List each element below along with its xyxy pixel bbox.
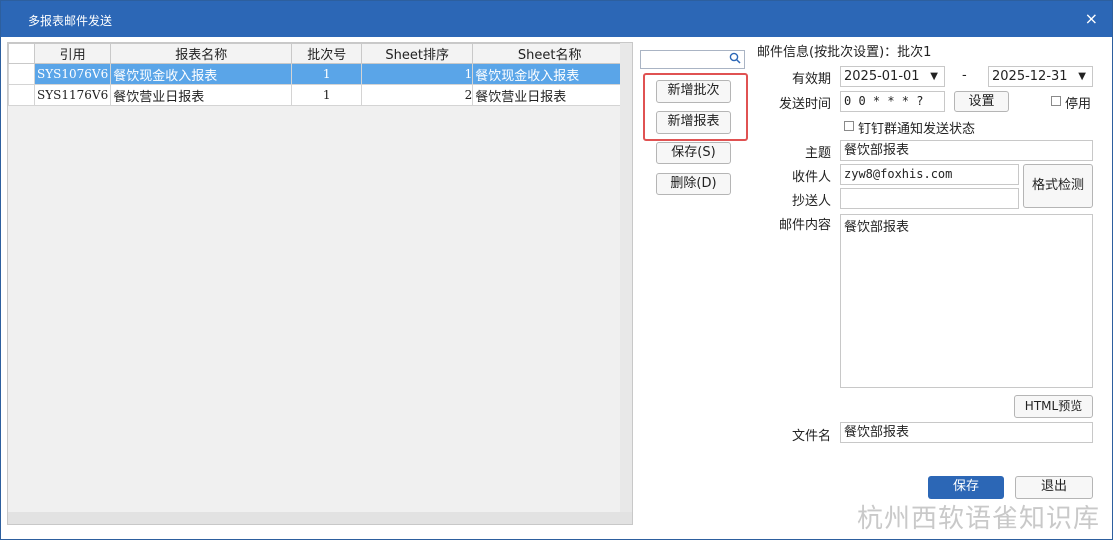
filename-field[interactable]: 餐饮部报表: [840, 422, 1093, 443]
valid-period-label: 有效期: [791, 72, 831, 87]
report-table: 引用 报表名称 批次号 Sheet排序 Sheet名称 SYS1076V6 餐饮…: [8, 43, 628, 106]
valid-separator: -: [962, 68, 967, 83]
row-header-corner: [8, 43, 35, 64]
table-row[interactable]: SYS1076V6 餐饮现金收入报表 1 1 餐饮现金收入报表: [8, 63, 628, 85]
watermark: 杭州西软语雀知识库: [856, 504, 1100, 534]
add-report-button[interactable]: 新增报表: [656, 111, 731, 134]
column-header-report-name[interactable]: 报表名称: [110, 43, 293, 64]
delete-button[interactable]: 删除(D): [656, 173, 731, 195]
mail-body-label: 邮件内容: [778, 218, 831, 233]
exit-button[interactable]: 退出: [1015, 476, 1093, 499]
valid-from-value: 2025-01-01: [844, 69, 920, 84]
vertical-scrollbar[interactable]: [620, 43, 632, 513]
cell-sheet-name[interactable]: 餐饮营业日报表: [472, 84, 628, 106]
send-time-label: 发送时间: [778, 97, 831, 112]
row-header[interactable]: [8, 84, 35, 106]
chevron-down-icon[interactable]: ▼: [1078, 67, 1086, 86]
valid-to-value: 2025-12-31: [992, 69, 1068, 84]
filename-label: 文件名: [791, 429, 831, 444]
column-header-sheet-sort[interactable]: Sheet排序: [361, 43, 474, 64]
search-input[interactable]: [640, 50, 745, 69]
cell-sheet-sort[interactable]: 1: [361, 63, 474, 85]
search-icon[interactable]: [729, 52, 741, 68]
table-row[interactable]: SYS1176V6 餐饮营业日报表 1 2 餐饮营业日报表: [8, 84, 628, 106]
valid-from-select[interactable]: 2025-01-01 ▼: [840, 66, 945, 87]
add-batch-button[interactable]: 新增批次: [656, 80, 731, 103]
cell-batch[interactable]: 1: [291, 63, 363, 85]
column-header-ref[interactable]: 引用: [33, 43, 112, 64]
recipient-label: 收件人: [791, 170, 831, 185]
dingtalk-notify-label: 钉钉群通知发送状态: [858, 122, 976, 137]
column-header-batch[interactable]: 批次号: [291, 43, 363, 64]
horizontal-scrollbar[interactable]: [8, 512, 632, 524]
subject-field[interactable]: 餐饮部报表: [840, 140, 1093, 161]
mail-section-title: 邮件信息(按批次设置)：批次1: [757, 45, 932, 60]
chevron-down-icon[interactable]: ▼: [930, 67, 938, 86]
valid-to-select[interactable]: 2025-12-31 ▼: [988, 66, 1093, 87]
save-button[interactable]: 保存: [928, 476, 1004, 499]
cell-sheet-name[interactable]: 餐饮现金收入报表: [472, 63, 628, 85]
cell-sheet-sort[interactable]: 2: [361, 84, 474, 106]
close-icon[interactable]: ×: [1085, 9, 1098, 28]
html-preview-button[interactable]: HTML预览: [1014, 395, 1093, 418]
table-header-row: 引用 报表名称 批次号 Sheet排序 Sheet名称: [8, 43, 628, 64]
subject-label: 主题: [804, 146, 831, 161]
dingtalk-notify-checkbox[interactable]: [844, 121, 854, 131]
send-time-field[interactable]: 0 0 * * * ?: [840, 91, 945, 112]
report-grid: 引用 报表名称 批次号 Sheet排序 Sheet名称 SYS1076V6 餐饮…: [7, 42, 633, 525]
title-bar: 多报表邮件发送 ×: [1, 1, 1112, 37]
save-shortcut-button[interactable]: 保存(S): [656, 142, 731, 164]
row-header[interactable]: [8, 63, 35, 85]
recipient-field[interactable]: zyw8@foxhis.com: [840, 164, 1019, 185]
cell-batch[interactable]: 1: [291, 84, 363, 106]
disable-checkbox[interactable]: [1051, 96, 1061, 106]
format-check-button[interactable]: 格式检测: [1023, 164, 1093, 208]
mail-body-textarea[interactable]: 餐饮部报表: [840, 214, 1093, 388]
cell-ref[interactable]: SYS1076V6: [33, 63, 112, 85]
cell-report-name[interactable]: 餐饮营业日报表: [110, 84, 293, 106]
column-header-sheet-name[interactable]: Sheet名称: [472, 43, 628, 64]
cell-report-name[interactable]: 餐饮现金收入报表: [110, 63, 293, 85]
set-schedule-button[interactable]: 设置: [954, 91, 1009, 112]
disable-label: 停用: [1065, 97, 1092, 112]
dialog-window: 多报表邮件发送 × 引用 报表名称 批次号 Sheet排序 Sheet名称 SY…: [0, 0, 1113, 540]
cc-label: 抄送人: [791, 194, 831, 209]
cell-ref[interactable]: SYS1176V6: [33, 84, 112, 106]
cc-field[interactable]: [840, 188, 1019, 209]
window-title: 多报表邮件发送: [28, 14, 113, 28]
